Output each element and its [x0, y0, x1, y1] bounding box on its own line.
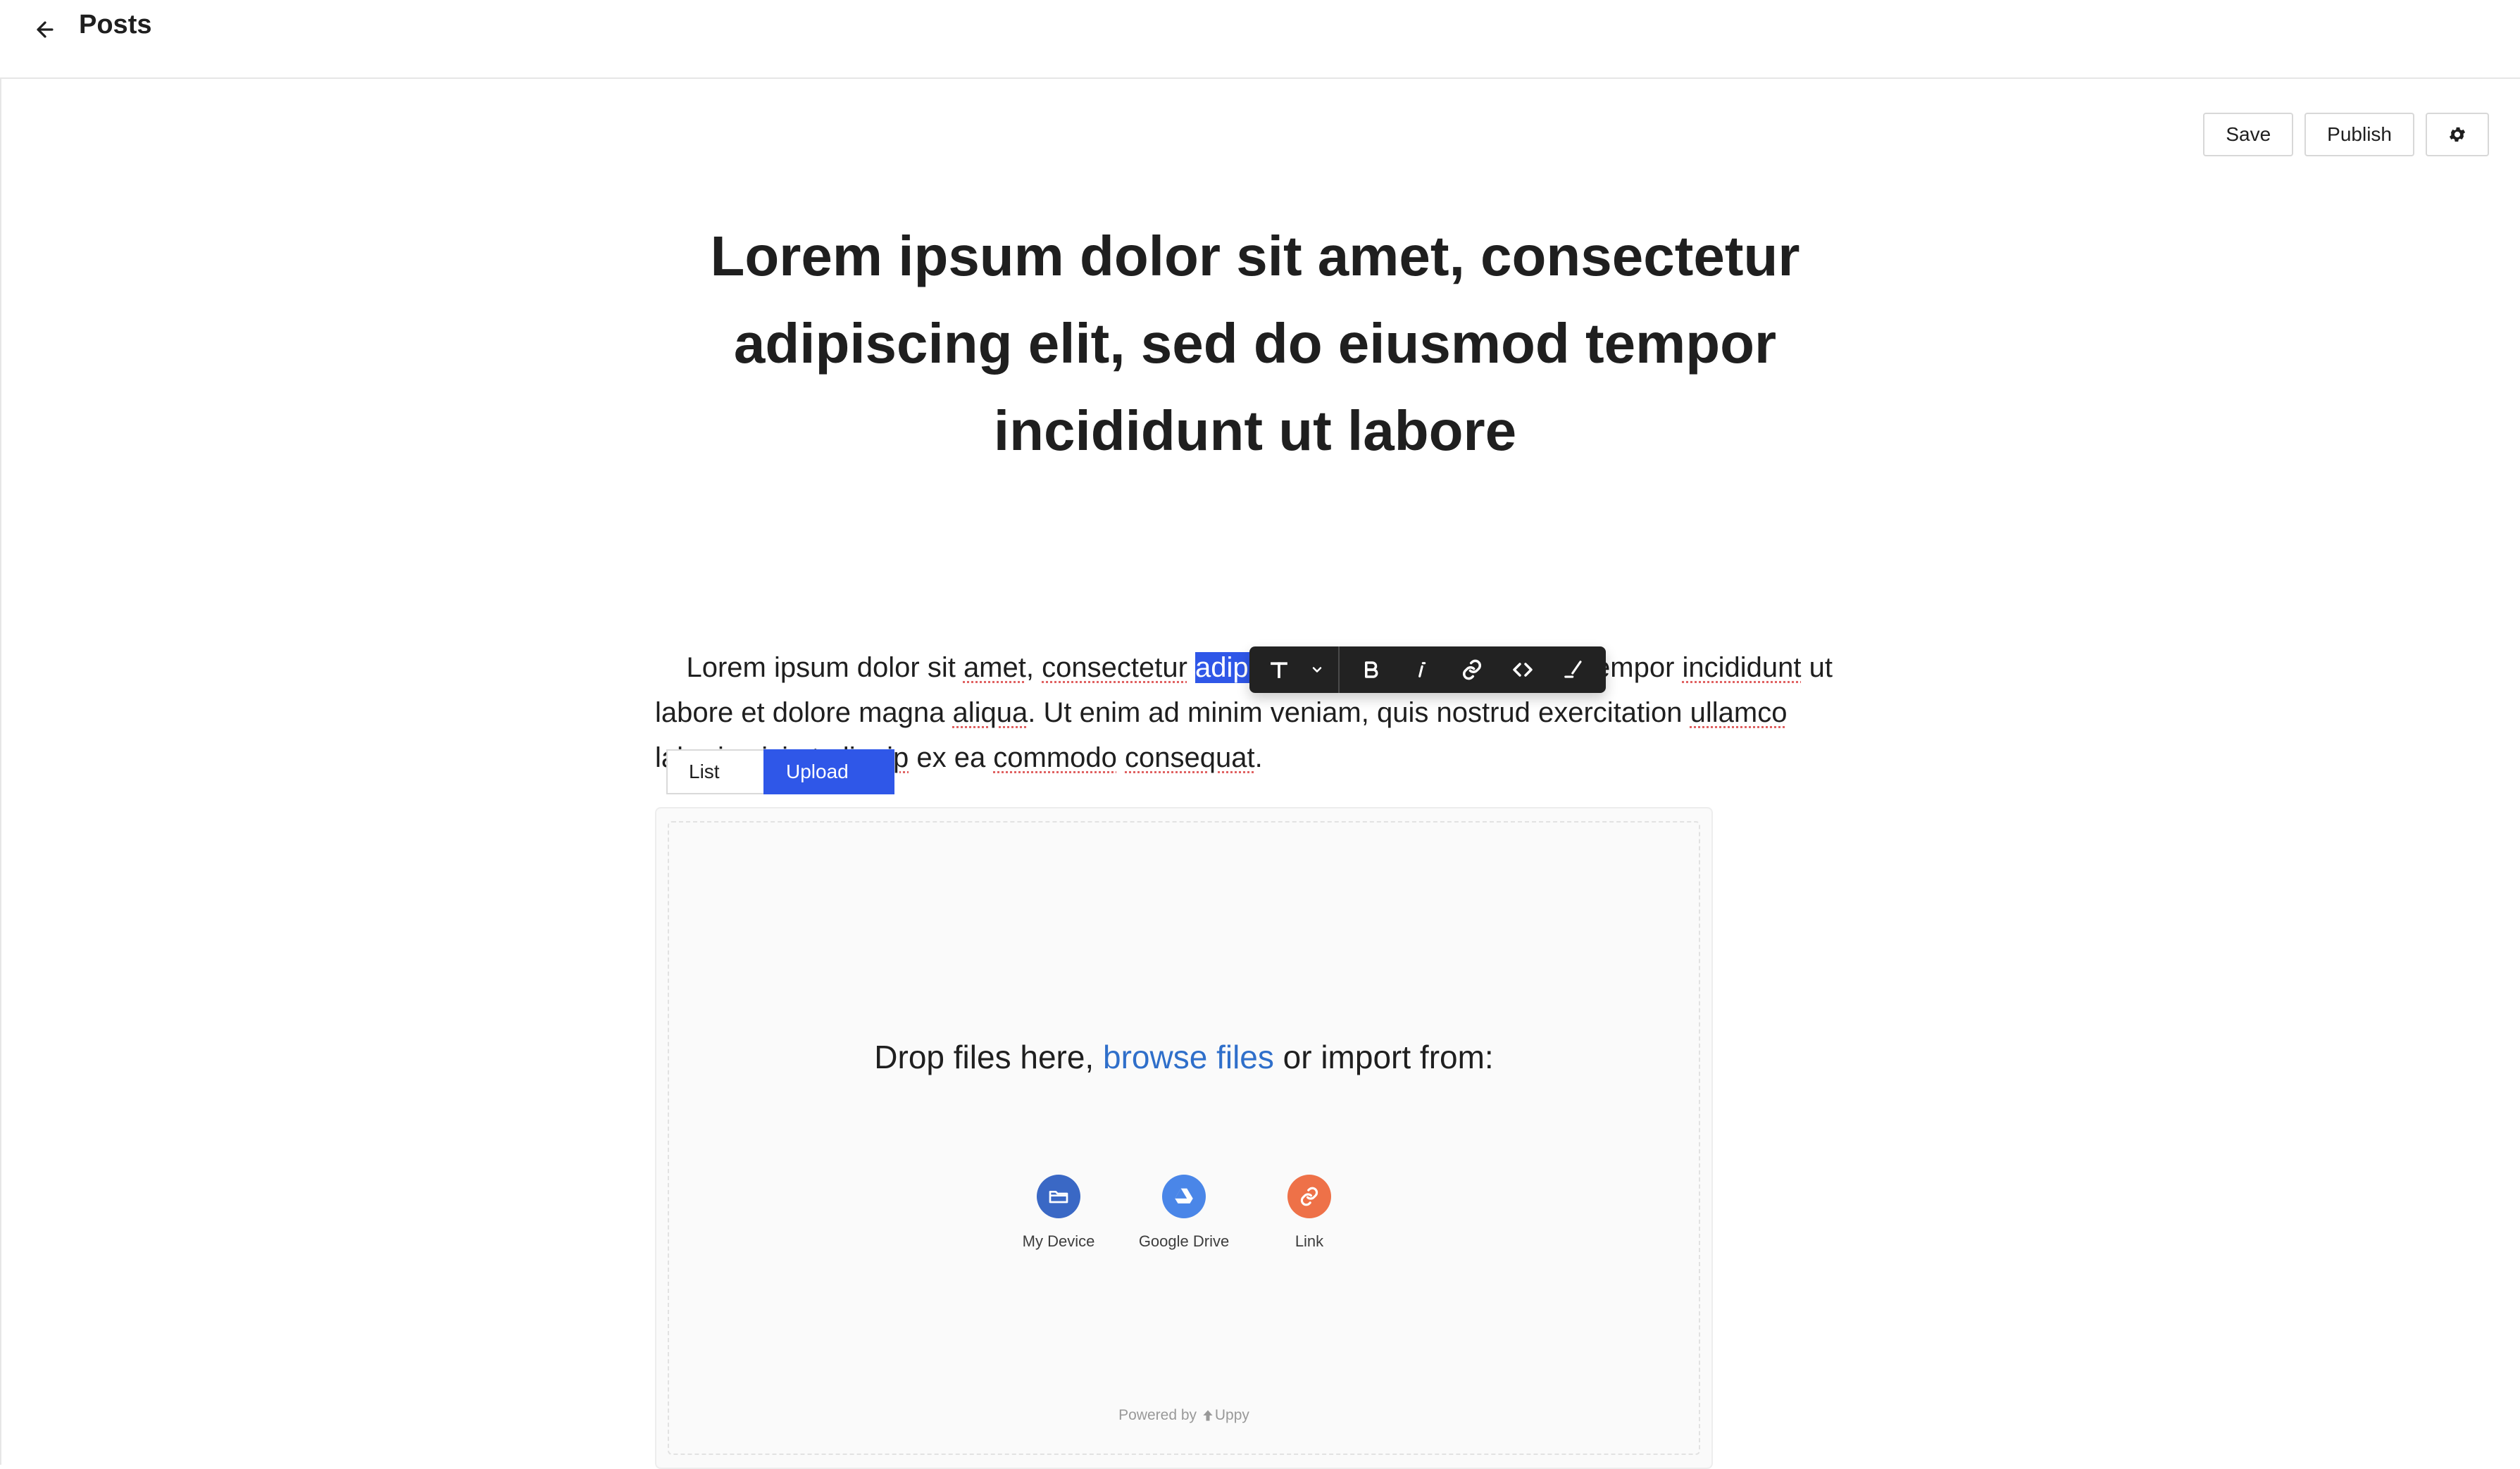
spell-error-word: ullamco — [1690, 697, 1788, 728]
bold-button[interactable] — [1345, 646, 1396, 693]
save-button[interactable]: Save — [2203, 113, 2294, 156]
code-button[interactable] — [1497, 646, 1548, 693]
toolbar-divider — [1338, 646, 1340, 693]
editor-panel: Save Publish Lorem ipsum dolor sit amet,… — [0, 79, 2520, 1469]
drop-text-prefix: Drop files here, — [874, 1039, 1103, 1075]
source-label: My Device — [1022, 1232, 1095, 1250]
highlight-icon — [1564, 661, 1582, 678]
editor-actions: Save Publish — [2203, 113, 2489, 156]
link-icon — [1463, 659, 1481, 680]
spell-error-word: commodo — [993, 742, 1117, 773]
import-sources: My Device Google Drive Link — [669, 1175, 1699, 1251]
arrow-left-icon — [37, 21, 54, 38]
upload-dashboard: Drop files here, browse files or import … — [655, 807, 1713, 1469]
post-title[interactable]: Lorem ipsum dolor sit amet, consectetur … — [692, 213, 1819, 475]
link-button[interactable] — [1447, 646, 1497, 693]
drop-text-suffix: or import from: — [1273, 1039, 1494, 1075]
spell-error-word: consectetur — [1042, 652, 1187, 683]
drop-instructions: Drop files here, browse files or import … — [669, 1034, 1699, 1080]
editor-tabs: List Upload — [666, 749, 894, 794]
paragraph-text: , — [1025, 652, 1042, 683]
paragraph-text — [1117, 742, 1125, 773]
italic-icon — [1418, 662, 1426, 677]
text-style-button[interactable] — [1256, 646, 1302, 693]
settings-button[interactable] — [2426, 113, 2489, 156]
source-my-device[interactable]: My Device — [1017, 1175, 1100, 1251]
source-google-drive[interactable]: Google Drive — [1139, 1175, 1229, 1251]
my-device-icon-circle — [1037, 1175, 1080, 1218]
spell-error-word: aliqua — [952, 697, 1028, 728]
top-header: Posts — [0, 0, 2520, 79]
tab-upload[interactable]: Upload — [763, 749, 894, 794]
source-label: Link — [1295, 1232, 1324, 1250]
highlight-button[interactable] — [1548, 646, 1599, 693]
paragraph-text — [1187, 652, 1195, 683]
tab-list[interactable]: List — [666, 749, 763, 794]
formatting-toolbar — [1249, 646, 1606, 693]
bold-icon — [1365, 661, 1378, 678]
paragraph-text: Lorem ipsum dolor sit — [686, 652, 963, 683]
paragraph-text: . Ut enim ad minim veniam, quis nostrud … — [1028, 697, 1690, 728]
code-icon — [1513, 663, 1533, 677]
powered-by-text: Powered by — [1118, 1407, 1201, 1423]
source-label: Google Drive — [1138, 1232, 1230, 1250]
publish-button[interactable]: Publish — [2304, 113, 2414, 156]
link-source-icon-circle — [1287, 1175, 1331, 1218]
chevron-down-icon — [1312, 667, 1322, 673]
spell-error-word: amet — [963, 652, 1026, 683]
page-title: Posts — [79, 10, 152, 39]
paragraph-text: ex ea — [909, 742, 994, 773]
browse-files-link[interactable]: browse files — [1103, 1039, 1274, 1075]
back-button[interactable] — [28, 13, 62, 46]
google-drive-icon — [1175, 1188, 1193, 1204]
spell-error-word: consequat — [1125, 742, 1255, 773]
drop-zone[interactable]: Drop files here, browse files or import … — [668, 821, 1700, 1455]
folder-icon — [1049, 1191, 1068, 1204]
text-style-icon — [1271, 662, 1287, 678]
gear-icon — [2449, 127, 2466, 142]
google-drive-icon-circle — [1162, 1175, 1206, 1218]
link-icon — [1300, 1187, 1318, 1206]
powered-by-footer: Powered by Uppy — [669, 1407, 1699, 1424]
spell-error-word: incididunt — [1682, 652, 1802, 683]
uppy-brand: Uppy — [1214, 1407, 1249, 1423]
italic-button[interactable] — [1396, 646, 1447, 693]
paragraph-text: . — [1254, 742, 1263, 773]
uppy-logo-icon — [1203, 1410, 1213, 1421]
source-link[interactable]: Link — [1268, 1175, 1351, 1251]
text-style-dropdown-button[interactable] — [1302, 646, 1333, 693]
